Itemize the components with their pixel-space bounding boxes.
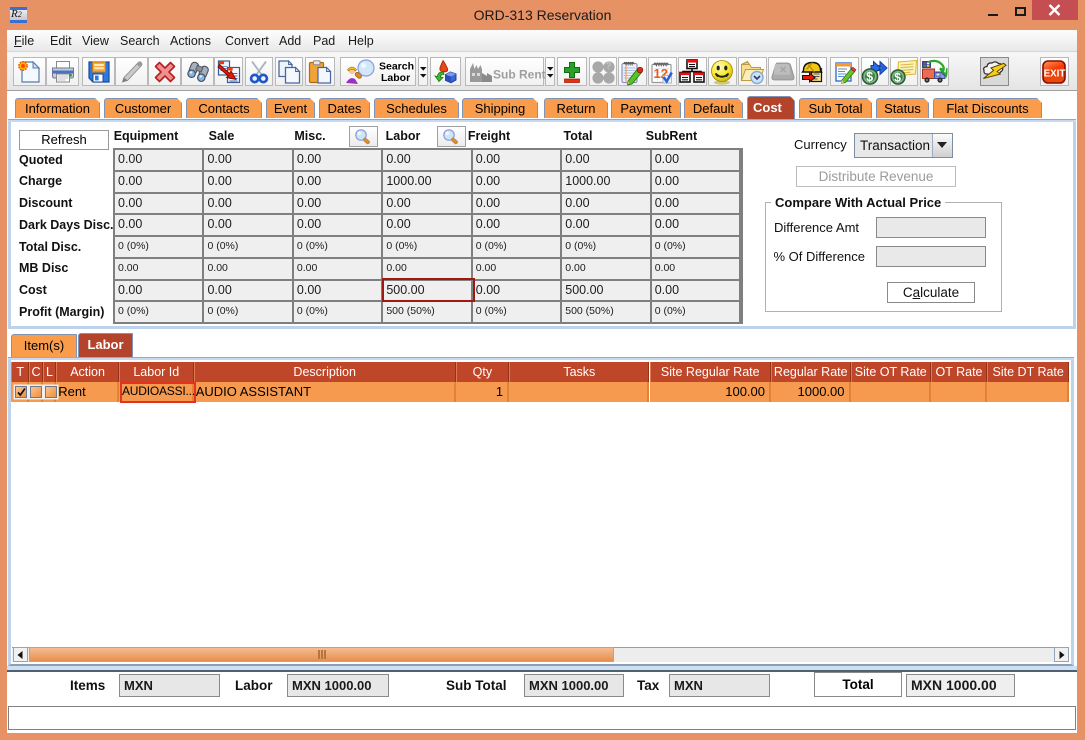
svg-text:Search: Search	[379, 61, 414, 73]
svg-text:Labor: Labor	[381, 72, 410, 84]
svg-text:?: ?	[605, 61, 611, 72]
svg-text:$: $	[895, 70, 902, 84]
svg-text:Sub Rent: Sub Rent	[493, 68, 545, 82]
svg-text:EXIT: EXIT	[1044, 68, 1066, 79]
svg-text:$: $	[866, 70, 873, 84]
